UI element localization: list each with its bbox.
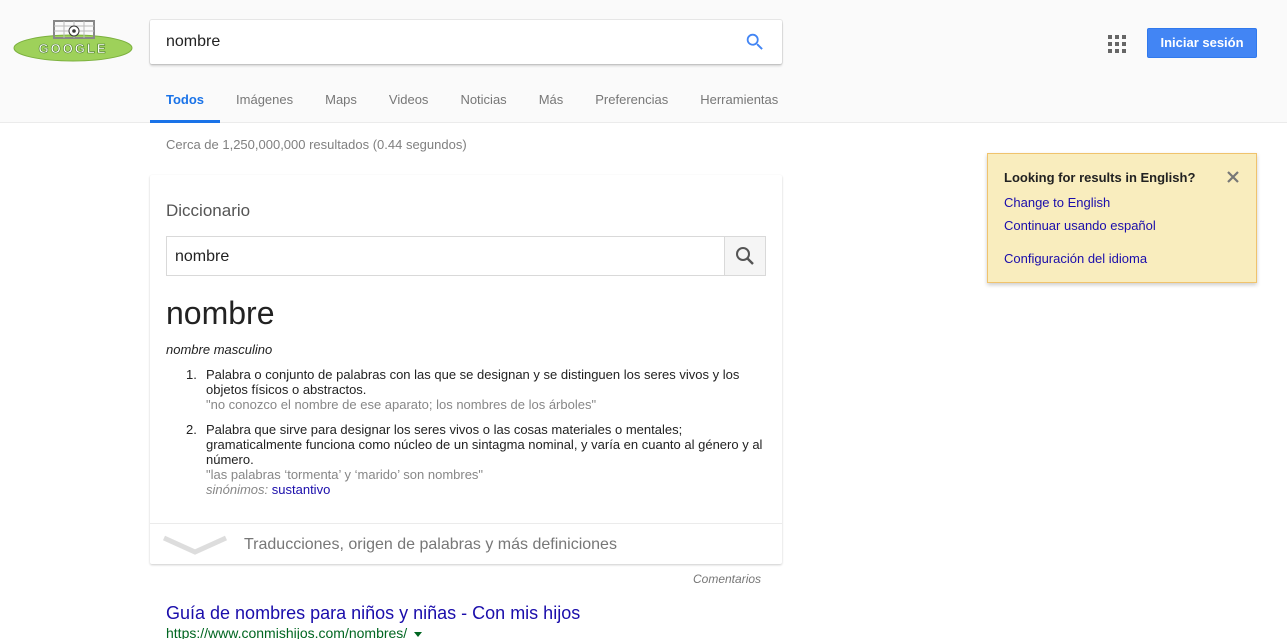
definition-item: 1. Palabra o conjunto de palabras con la… xyxy=(186,367,766,412)
definition-text: Palabra o conjunto de palabras con las q… xyxy=(206,367,740,397)
tab-todos[interactable]: Todos xyxy=(150,92,221,123)
definition-number: 1. xyxy=(186,367,197,382)
search-icon[interactable] xyxy=(744,31,766,53)
result-url-text: https://www.conmishijos.com/nombres/ xyxy=(166,625,408,639)
more-definitions-toggle[interactable]: Traducciones, origen de palabras y más d… xyxy=(150,523,782,564)
caret-down-icon[interactable] xyxy=(414,631,423,637)
dictionary-search-input[interactable] xyxy=(175,247,715,267)
tab-videos[interactable]: Videos xyxy=(373,92,445,123)
language-suggestion-box: Looking for results in English? Change t… xyxy=(987,153,1257,283)
more-definitions-label: Traducciones, origen de palabras y más d… xyxy=(244,536,617,553)
search-box xyxy=(150,20,782,64)
signin-button[interactable]: Iniciar sesión xyxy=(1147,28,1257,58)
feedback-link[interactable]: Comentarios xyxy=(693,572,761,586)
dictionary-title: Diccionario xyxy=(166,201,251,220)
close-icon[interactable] xyxy=(1226,170,1240,184)
tab-noticias[interactable]: Noticias xyxy=(444,92,522,123)
synonyms-label: sinónimos: xyxy=(206,482,269,497)
result-title-link[interactable]: Guía de nombres para niños y niñas - Con… xyxy=(166,603,580,624)
dictionary-search-box xyxy=(166,236,766,276)
definition-example: "no conozco el nombre de ese aparato; lo… xyxy=(206,397,597,412)
synonym-link[interactable]: sustantivo xyxy=(272,482,331,497)
dictionary-card: Diccionario nombre nombre masculino 1. P… xyxy=(150,175,782,564)
definition-list: 1. Palabra o conjunto de palabras con la… xyxy=(186,367,766,507)
tab-maps[interactable]: Maps xyxy=(309,92,373,123)
part-of-speech: nombre masculino xyxy=(166,342,273,357)
change-to-english-link[interactable]: Change to English xyxy=(1004,195,1110,210)
chevron-down-icon xyxy=(162,535,228,555)
result-stats: Cerca de 1,250,000,000 resultados (0.44 … xyxy=(166,137,467,152)
tab-herramientas[interactable]: Herramientas xyxy=(684,92,794,123)
definition-number: 2. xyxy=(186,422,197,437)
language-settings-link[interactable]: Configuración del idioma xyxy=(1004,251,1147,266)
dictionary-search-button[interactable] xyxy=(724,237,765,275)
definition-item: 2. Palabra que sirve para designar los s… xyxy=(186,422,766,497)
apps-grid-icon[interactable] xyxy=(1108,35,1126,53)
svg-text:GOOGLE: GOOGLE xyxy=(38,41,107,56)
definition-text: Palabra que sirve para designar los sere… xyxy=(206,422,763,467)
synonyms-row: sinónimos: sustantivo xyxy=(206,482,766,497)
header: GOOGLE Iniciar sesión Todos Imágenes Map… xyxy=(0,0,1287,123)
result-url: https://www.conmishijos.com/nombres/ xyxy=(166,625,423,639)
definition-example: "las palabras ‘tormenta’ y ‘marido’ son … xyxy=(206,467,484,482)
tab-preferencias[interactable]: Preferencias xyxy=(579,92,684,123)
google-doodle-logo[interactable]: GOOGLE xyxy=(12,18,134,64)
tab-mas[interactable]: Más xyxy=(523,92,580,123)
search-icon xyxy=(736,247,754,265)
language-box-title: Looking for results in English? xyxy=(1004,170,1196,185)
search-input[interactable] xyxy=(166,32,726,52)
search-tabs: Todos Imágenes Maps Videos Noticias Más … xyxy=(150,92,794,123)
dictionary-word: nombre xyxy=(166,295,275,331)
tab-imagenes[interactable]: Imágenes xyxy=(220,92,309,123)
continue-spanish-link[interactable]: Continuar usando español xyxy=(1004,218,1156,233)
